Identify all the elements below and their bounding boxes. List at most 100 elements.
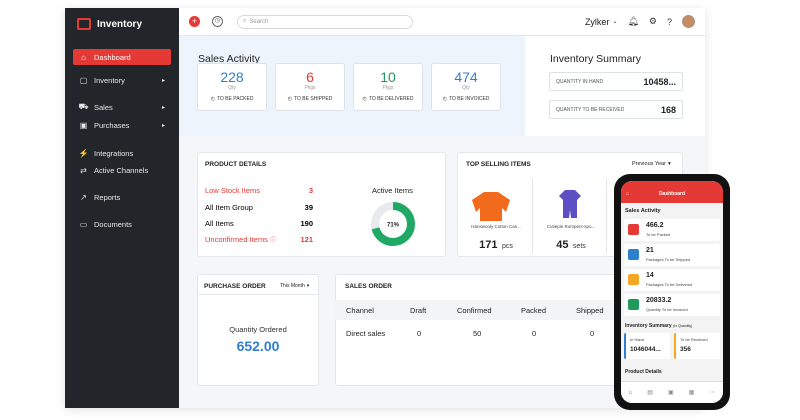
tab-packages-icon[interactable]: ▣ bbox=[668, 389, 674, 396]
caret-right-icon: ▸ bbox=[161, 104, 165, 111]
phone-tab-bar: ⌂ ▤ ▣ ▦ ⋯ bbox=[621, 381, 723, 403]
qty-unit: sets bbox=[572, 243, 586, 250]
phone-inv-title-text: Inventory Summary bbox=[625, 323, 672, 329]
phone-item-label: Packages To be Shipped bbox=[646, 257, 691, 262]
active-items-donut: 71% bbox=[371, 202, 415, 246]
stat-card-delivered[interactable]: 10 Pkgs ◴ TO BE DELIVERED bbox=[353, 63, 423, 111]
phone-item-value: 466.2 bbox=[646, 222, 664, 229]
quantity-in-hand-row: QUANTITY IN HAND 10458... bbox=[549, 72, 683, 91]
info-icon: ⓘ bbox=[270, 238, 277, 244]
phone-card-label: To be Received bbox=[680, 337, 708, 342]
stat-value: 6 bbox=[306, 69, 314, 85]
tab-orders-icon[interactable]: ▤ bbox=[647, 389, 653, 396]
table-cell: 0 bbox=[532, 329, 537, 338]
row-value: 168 bbox=[660, 104, 676, 115]
qty-value: 45 bbox=[556, 239, 569, 251]
chevron-down-icon: ⌄ bbox=[612, 19, 618, 25]
phone-card-label: In Hand bbox=[630, 337, 645, 342]
row-value: 3 bbox=[308, 186, 313, 195]
quantity-to-be-received-row: QUANTITY TO BE RECEIVED 168 bbox=[549, 100, 683, 119]
phone-item-value: 21 bbox=[646, 247, 654, 254]
phone-item-label: Packages To be Delivered bbox=[646, 282, 693, 287]
po-period-dropdown[interactable]: This Month ▾ bbox=[280, 283, 309, 289]
active-items-title: Active Items bbox=[372, 186, 413, 195]
phone-activity-item[interactable]: 466.2 To be Packed bbox=[624, 219, 720, 241]
stat-label: TO BE SHIPPED bbox=[294, 96, 333, 102]
phone-inv-note: (In Quantity) bbox=[673, 324, 693, 328]
stat-card-invoiced[interactable]: 474 Qty ◴ TO BE INVOICED bbox=[431, 63, 501, 111]
phone-product-details-title: Product Details bbox=[625, 369, 662, 375]
org-switcher[interactable]: Zylker ⌄ bbox=[585, 17, 618, 27]
column-header: Channel bbox=[346, 306, 374, 315]
phone-in-hand-card: In Hand 1046044... bbox=[624, 333, 670, 359]
phone-activity-item[interactable]: 20833.2 Quantity To be Invoiced bbox=[624, 294, 720, 316]
stat-card-packed[interactable]: 228 Qty ◴ TO BE PACKED bbox=[197, 63, 267, 111]
home-icon: ⌂ bbox=[81, 52, 86, 62]
cart-icon: ⛟ bbox=[78, 102, 89, 111]
search-input[interactable]: ⌕ Search bbox=[237, 14, 413, 29]
phone-sales-activity-title: Sales Activity bbox=[625, 208, 661, 214]
phone-header: Dashboard ⌂ bbox=[621, 181, 723, 203]
stat-card-shipped[interactable]: 6 Pkgs ◴ TO BE SHIPPED bbox=[275, 63, 345, 111]
folder-icon: ▭ bbox=[79, 219, 88, 229]
tab-dashboard-icon[interactable]: ⌂ bbox=[629, 390, 633, 396]
gear-icon[interactable]: ⚙ bbox=[649, 16, 657, 27]
sidebar-item-reports[interactable]: ↗ Reports bbox=[73, 189, 171, 205]
all-items-row[interactable]: All Items 190 bbox=[205, 219, 313, 228]
row-value: 10458... bbox=[643, 76, 676, 87]
bell-icon[interactable]: 🔔︎ bbox=[627, 16, 638, 27]
app-name: Inventory bbox=[97, 18, 143, 30]
invoice-icon bbox=[628, 299, 639, 310]
quantity-ordered-label: Quantity Ordered bbox=[229, 325, 287, 334]
sidebar-item-active-channels[interactable]: ⇄ Active Channels bbox=[73, 162, 171, 178]
sales-order-title: SALES ORDER bbox=[345, 283, 392, 290]
top-item-name: Hanswooly Cotton Cas... bbox=[471, 224, 521, 229]
period-label: Previous Year bbox=[632, 161, 666, 167]
low-stock-row[interactable]: Low Stock Items 3 bbox=[205, 186, 313, 195]
stat-value: 10 bbox=[380, 69, 396, 85]
sidebar-item-purchases[interactable]: ▣ Purchases ▸ bbox=[73, 117, 171, 133]
item-group-row[interactable]: All Item Group 39 bbox=[205, 203, 313, 212]
tab-more-icon[interactable]: ⋯ bbox=[709, 389, 715, 396]
sidebar-item-label: Dashboard bbox=[94, 52, 131, 62]
donut-label: 71% bbox=[387, 223, 400, 229]
phone-to-receive-card: To be Received 356 bbox=[674, 333, 720, 359]
package-icon bbox=[628, 224, 639, 235]
stat-label: TO BE INVOICED bbox=[448, 96, 490, 102]
quantity-ordered-value: 652.00 bbox=[236, 338, 280, 354]
phone-activity-item[interactable]: 14 Packages To be Delivered bbox=[624, 269, 720, 291]
caret-down-icon: ▾ bbox=[667, 161, 671, 167]
period-dropdown[interactable]: Previous Year ▾ bbox=[632, 161, 671, 167]
sidebar-item-label: Purchases bbox=[94, 120, 130, 130]
sidebar-item-documents[interactable]: ▭ Documents bbox=[73, 216, 171, 232]
top-item-qty: 45 sets bbox=[538, 235, 604, 253]
quick-create-plus-icon[interactable]: + bbox=[189, 16, 200, 27]
sidebar: Inventory bbox=[65, 8, 179, 408]
sidebar-item-dashboard[interactable]: ⌂ Dashboard bbox=[73, 49, 171, 65]
row-value: 190 bbox=[300, 219, 313, 228]
plug-icon: ⚡ bbox=[78, 148, 89, 158]
phone-item-label: To be Packed bbox=[646, 232, 671, 237]
help-icon[interactable]: ? bbox=[667, 17, 672, 27]
phone-home-icon[interactable]: ⌂ bbox=[626, 191, 629, 197]
tab-items-icon[interactable]: ▦ bbox=[689, 389, 695, 396]
unconfirmed-items-row[interactable]: Unconfirmed Items ⓘ 121 bbox=[205, 235, 313, 244]
phone-item-value: 14 bbox=[646, 272, 654, 279]
row-label: All Item Group bbox=[205, 203, 253, 212]
divider bbox=[197, 294, 319, 295]
caret-right-icon: ▸ bbox=[161, 122, 165, 129]
phone-header-title: Dashboard bbox=[658, 191, 686, 197]
top-item-qty: 171 pcs bbox=[463, 235, 529, 253]
delivered-icon: ◴ bbox=[362, 96, 367, 102]
sidebar-item-integrations[interactable]: ⚡ Integrations bbox=[73, 145, 171, 161]
sidebar-item-inventory[interactable]: ▢ Inventory ▸ bbox=[73, 72, 171, 88]
qty-value: 171 bbox=[479, 239, 498, 251]
history-clock-icon[interactable]: ◷ bbox=[212, 16, 223, 27]
channels-icon: ⇄ bbox=[80, 165, 87, 175]
phone-card-value: 1046044... bbox=[630, 346, 661, 353]
product-details-title: PRODUCT DETAILS bbox=[205, 161, 267, 168]
phone-activity-item[interactable]: 21 Packages To be Shipped bbox=[624, 244, 720, 266]
avatar[interactable] bbox=[682, 15, 695, 28]
sidebar-item-sales[interactable]: ⛟ Sales ▸ bbox=[73, 99, 171, 115]
search-icon: ⌕ bbox=[243, 18, 247, 24]
